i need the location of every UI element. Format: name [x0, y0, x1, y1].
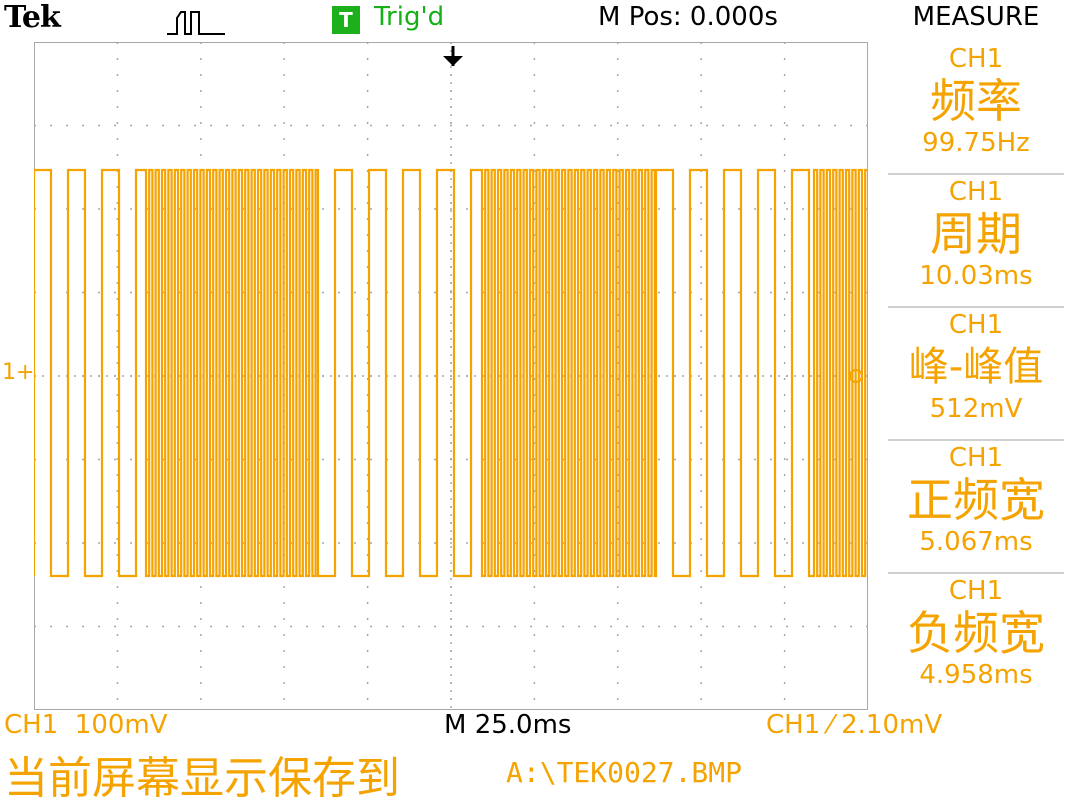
measure-value: 512mV	[929, 394, 1023, 424]
measure-name: 频率	[930, 74, 1022, 128]
measure-name: 峰-峰值	[908, 344, 1044, 390]
measure-name: 正频宽	[907, 473, 1045, 527]
measure-item-period[interactable]: CH1 周期 10.03ms	[888, 175, 1064, 308]
measure-value: 99.75Hz	[922, 128, 1030, 158]
save-path: A:\TEK0027.BMP	[506, 756, 743, 789]
ch1-ground-marker: 1+	[2, 360, 35, 385]
measure-item-negative-width[interactable]: CH1 负频宽 4.958ms	[888, 574, 1064, 707]
measure-value: 4.958ms	[919, 660, 1033, 690]
horizontal-position: M Pos: 0.000s	[598, 2, 778, 32]
measure-channel: CH1	[948, 576, 1004, 606]
measure-name: 周期	[930, 207, 1022, 261]
measure-channel: CH1	[948, 310, 1004, 340]
measure-item-positive-width[interactable]: CH1 正频宽 5.067ms	[888, 441, 1064, 574]
measure-value: 10.03ms	[919, 261, 1033, 291]
trigger-status: Trig'd	[374, 2, 445, 32]
pulse-icon	[167, 11, 225, 35]
timebase: M 25.0ms	[444, 710, 572, 740]
measure-channel: CH1	[948, 443, 1004, 473]
menu-title: MEASURE	[912, 2, 1040, 32]
measure-item-frequency[interactable]: CH1 频率 99.75Hz	[888, 42, 1064, 175]
save-message: 当前屏幕显示保存到	[4, 753, 400, 804]
measure-item-peak-to-peak[interactable]: CH1 峰-峰值 512mV	[888, 308, 1064, 441]
waveform-display	[34, 42, 868, 710]
measure-channel: CH1	[948, 177, 1004, 207]
measure-channel: CH1	[948, 44, 1004, 74]
ch1-vertical-scale: CH1 100mV	[4, 710, 168, 740]
brand-logo: Tek	[4, 0, 61, 35]
trigger-level: CH1 ⁄ 2.10mV	[766, 710, 943, 740]
down-arrow-icon	[443, 46, 463, 66]
measure-panel: CH1 频率 99.75Hz CH1 周期 10.03ms CH1 峰-峰值 5…	[888, 42, 1064, 710]
measure-value: 5.067ms	[919, 527, 1033, 557]
measure-name: 负频宽	[907, 606, 1045, 660]
trigger-badge: T	[332, 6, 360, 34]
